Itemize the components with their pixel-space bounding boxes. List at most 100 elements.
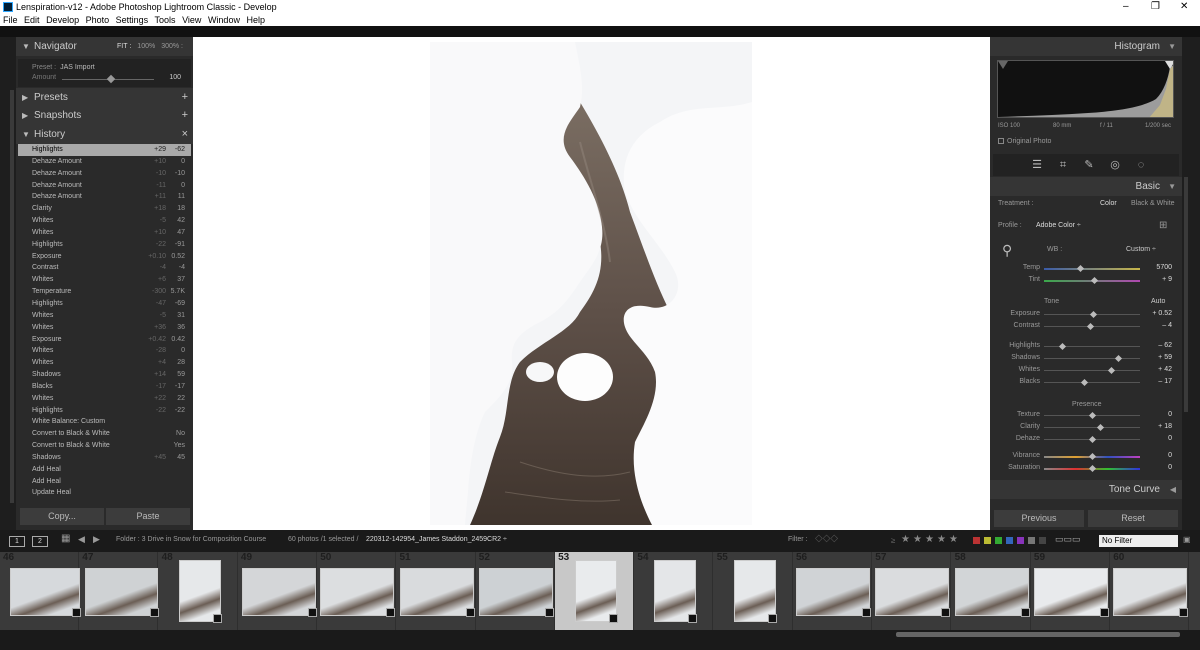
texture-value[interactable]: 0 [1142,411,1172,418]
filmstrip-scrollbar[interactable] [896,632,1180,637]
add-preset-icon[interactable]: + [182,88,188,107]
filter-preset-dropdown[interactable]: No Filter [1099,535,1178,547]
menu-window[interactable]: Window [208,15,240,25]
preset-name[interactable]: JAS Import [60,64,95,71]
masking-icon[interactable]: ◌ [1134,158,1148,172]
label-custom-swatch[interactable] [1028,537,1035,544]
history-item[interactable]: Add Heal [18,464,191,476]
filmstrip-thumbnail[interactable]: 58 [952,552,1031,630]
history-item[interactable]: Shadows +45 45 [18,452,191,464]
menu-tools[interactable]: Tools [155,15,176,25]
whites-slider-track[interactable] [1044,370,1140,371]
saturation-slider-knob[interactable] [1088,464,1096,473]
wb-dropdown[interactable]: Custom ÷ [1126,246,1156,253]
filmstrip-thumbnail[interactable]: 50 [317,552,397,630]
paste-button[interactable]: Paste [106,508,190,525]
shadows-value[interactable]: + 59 [1142,354,1172,361]
forward-arrow-icon[interactable]: ▶ [93,534,100,545]
filter-lock-icon[interactable]: ▣ [1183,535,1191,544]
menu-file[interactable]: File [3,15,18,25]
white-balance-eyedropper-icon[interactable]: ⚲ [1002,242,1012,259]
history-item[interactable]: Highlights -47 -69 [18,298,191,310]
reset-button[interactable]: Reset [1088,510,1178,527]
history-item[interactable]: Clarity +18 18 [18,203,191,215]
secondary-window-button[interactable]: 2 [32,536,48,547]
history-item[interactable]: Dehaze Amount -11 0 [18,180,191,192]
selected-filename[interactable]: 220312-142954_James Staddon_2459CR2 ÷ [366,536,507,543]
temp-value[interactable]: 5700 [1142,264,1172,271]
history-item[interactable]: Whites +36 36 [18,322,191,334]
main-image-view[interactable] [193,37,990,530]
filmstrip-thumbnail[interactable]: 48 [159,552,238,630]
star-filter-1-icon[interactable]: ★ [901,534,910,545]
history-item[interactable]: Whites +6 37 [18,274,191,286]
blacks-slider-knob[interactable] [1080,378,1088,387]
history-item[interactable]: Highlights +29 -62 [18,144,191,156]
blacks-slider-track[interactable] [1044,382,1140,383]
main-window-button[interactable]: 1 [9,536,25,547]
history-item[interactable]: Highlights -22 -22 [18,405,191,417]
history-item[interactable]: Convert to Black & White Yes [18,440,191,452]
star-filter-5-icon[interactable]: ★ [949,534,958,545]
flag-filter-icon[interactable]: ◇◇◇ [815,533,838,544]
filmstrip-thumbnail[interactable]: 55 [714,552,793,630]
zoom-fit[interactable]: FIT : [117,43,131,50]
contrast-slider-knob[interactable] [1086,322,1094,331]
treatment-color-option[interactable]: Color [1100,200,1117,207]
temp-slider-track[interactable] [1044,268,1140,270]
menu-photo[interactable]: Photo [86,15,110,25]
filmstrip-thumbnail[interactable]: 52 [476,552,555,630]
previous-button[interactable]: Previous [994,510,1084,527]
label-yellow-swatch[interactable] [984,537,991,544]
rating-operator-icon[interactable]: ≥ [891,536,895,545]
histogram-header[interactable]: Histogram ▼ [990,37,1182,56]
basic-header[interactable]: Basic ▼ [990,177,1182,196]
snapshots-header[interactable]: ▶ Snapshots + [16,106,193,125]
filmstrip-thumbnail[interactable]: 51 [397,552,476,630]
minimize-button[interactable]: – [1123,0,1129,14]
right-scrollbar[interactable] [1184,177,1188,412]
left-scrollbar[interactable] [10,90,14,503]
menu-settings[interactable]: Settings [116,15,149,25]
label-purple-swatch[interactable] [1017,537,1024,544]
tint-slider-knob[interactable] [1091,276,1099,285]
auto-tone-button[interactable]: Auto [1151,298,1165,305]
filmstrip-thumbnail[interactable]: 59 [1031,552,1110,630]
clarity-slider-track[interactable] [1044,427,1140,428]
zoom-100[interactable]: 100% [137,43,155,50]
history-item[interactable]: Whites +10 47 [18,227,191,239]
shadows-slider-track[interactable] [1044,358,1140,359]
vibrance-value[interactable]: 0 [1142,452,1172,459]
shadows-slider-knob[interactable] [1115,354,1123,363]
history-item[interactable]: Whites -28 0 [18,345,191,357]
copy-button[interactable]: Copy... [20,508,104,525]
temp-slider-knob[interactable] [1076,264,1085,273]
label-green-swatch[interactable] [995,537,1002,544]
tone-curve-header[interactable]: Tone Curve ◀ [990,480,1182,499]
healing-brush-icon[interactable]: ✎ [1082,158,1096,172]
grid-view-icon[interactable]: ▦ [61,533,70,544]
edit-sliders-icon[interactable]: ☰ [1030,158,1044,172]
original-photo-checkbox[interactable] [998,138,1004,145]
crop-icon[interactable]: ⌗ [1056,158,1070,172]
filmstrip-thumbnail[interactable]: 57 [872,552,952,630]
navigator-header[interactable]: ▼ Navigator FIT : 100% 300% : [16,37,193,56]
close-button[interactable]: ✕ [1180,0,1188,14]
vibrance-slider-knob[interactable] [1088,452,1096,461]
folder-source[interactable]: Folder : 3 Drive in Snow for Composition… [116,536,266,543]
clear-history-icon[interactable]: × [182,125,188,144]
exposure-value[interactable]: + 0.52 [1142,310,1172,317]
profile-browser-icon[interactable]: ⊞ [1159,220,1167,231]
history-item[interactable]: Highlights -22 -91 [18,239,191,251]
filmstrip-thumbnail[interactable]: 54 [634,552,714,630]
clarity-slider-knob[interactable] [1097,423,1105,432]
history-item[interactable]: Dehaze Amount +11 11 [18,191,191,203]
histogram-graph[interactable] [997,60,1174,118]
history-item[interactable]: Exposure +0.42 0.42 [18,334,191,346]
zoom-300[interactable]: 300% : [161,43,183,50]
label-blue-swatch[interactable] [1006,537,1013,544]
back-arrow-icon[interactable]: ◀ [78,534,85,545]
dehaze-value[interactable]: 0 [1142,435,1172,442]
red-eye-icon[interactable]: ◎ [1108,158,1122,172]
amount-slider-knob[interactable] [106,74,116,84]
